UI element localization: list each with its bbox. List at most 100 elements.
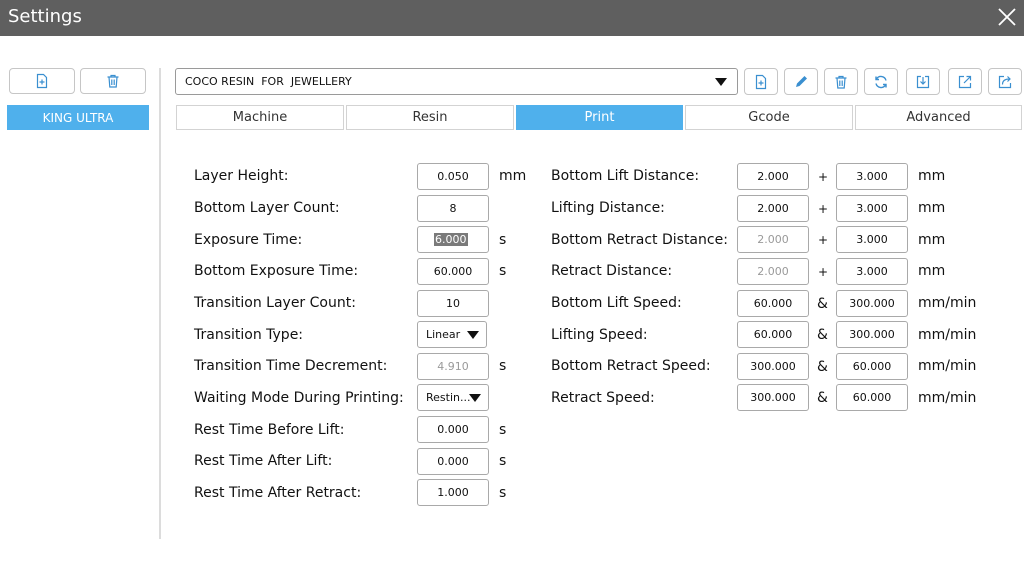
chevron-down-icon	[469, 394, 481, 402]
tab-machine[interactable]: Machine	[176, 105, 344, 130]
bottom-retract-speed-unit: mm/min	[918, 358, 977, 374]
retract-speed-label: Retract Speed:	[551, 390, 655, 406]
bottom-lift-distance-unit: mm	[918, 168, 946, 184]
share-profile-button[interactable]	[988, 68, 1022, 95]
import-icon	[916, 75, 930, 88]
plus-sign: +	[818, 170, 829, 184]
transition-layer-count-label: Transition Layer Count:	[194, 295, 356, 311]
transition-time-decrement-label: Transition Time Decrement:	[194, 358, 388, 374]
retract-distance-input-1[interactable]: 2.000	[737, 258, 809, 285]
bottom-lift-distance-label: Bottom Lift Distance:	[551, 168, 700, 184]
rest-time-after-lift-label: Rest Time After Lift:	[194, 453, 333, 469]
retract-distance-input-2[interactable]: 3.000	[836, 258, 908, 285]
waiting-mode-value: Restin...	[426, 391, 471, 404]
panel-divider	[159, 68, 161, 539]
transition-time-decrement-unit: s	[499, 358, 507, 374]
ampersand-sign: &	[817, 296, 828, 312]
retract-speed-input-1[interactable]: 300.000	[737, 384, 809, 411]
edit-profile-button[interactable]	[784, 68, 818, 95]
bottom-layer-count-label: Bottom Layer Count:	[194, 200, 340, 216]
lifting-speed-input-2[interactable]: 300.000	[836, 321, 908, 348]
tab-advanced[interactable]: Advanced	[855, 105, 1022, 130]
bottom-lift-speed-input-1[interactable]: 60.000	[737, 290, 809, 317]
rest-time-after-lift-unit: s	[499, 453, 507, 469]
ampersand-sign: &	[817, 327, 828, 343]
bottom-lift-distance-input-1[interactable]: 2.000	[737, 163, 809, 190]
refresh-profile-button[interactable]	[864, 68, 898, 95]
waiting-mode-select[interactable]: Restin...	[417, 384, 489, 411]
add-machine-button[interactable]	[9, 68, 75, 94]
export-profile-button[interactable]	[948, 68, 982, 95]
exposure-time-selected-text: 6.000	[434, 233, 468, 246]
plus-sign: +	[818, 265, 829, 279]
retract-distance-label: Retract Distance:	[551, 263, 673, 279]
chevron-down-icon	[715, 78, 727, 86]
share-icon	[998, 75, 1012, 88]
rest-time-before-lift-label: Rest Time Before Lift:	[194, 422, 345, 438]
bottom-retract-distance-input-2[interactable]: 3.000	[836, 226, 908, 253]
delete-machine-button[interactable]	[80, 68, 146, 94]
bottom-lift-speed-unit: mm/min	[918, 295, 977, 311]
lifting-speed-input-1[interactable]: 60.000	[737, 321, 809, 348]
lifting-distance-input-2[interactable]: 3.000	[836, 195, 908, 222]
import-profile-button[interactable]	[906, 68, 940, 95]
rest-time-after-retract-label: Rest Time After Retract:	[194, 485, 362, 501]
delete-profile-button[interactable]	[824, 68, 858, 95]
transition-time-decrement-input[interactable]: 4.910	[417, 353, 489, 380]
exposure-time-label: Exposure Time:	[194, 232, 303, 248]
plus-sign: +	[818, 233, 829, 247]
bottom-exposure-time-input[interactable]: 60.000	[417, 258, 489, 285]
window-title: Settings	[8, 6, 82, 27]
tab-print[interactable]: Print	[516, 105, 683, 130]
bottom-retract-speed-input-1[interactable]: 300.000	[737, 353, 809, 380]
retract-speed-input-2[interactable]: 60.000	[836, 384, 908, 411]
close-icon[interactable]	[996, 6, 1018, 28]
bottom-retract-speed-input-2[interactable]: 60.000	[836, 353, 908, 380]
bottom-lift-distance-input-2[interactable]: 3.000	[836, 163, 908, 190]
layer-height-unit: mm	[499, 168, 527, 184]
pencil-icon	[796, 75, 807, 87]
tab-gcode[interactable]: Gcode	[685, 105, 853, 130]
waiting-mode-label: Waiting Mode During Printing:	[194, 390, 404, 406]
layer-height-label: Layer Height:	[194, 168, 289, 184]
new-profile-button[interactable]	[744, 68, 778, 95]
rest-time-before-lift-unit: s	[499, 422, 507, 438]
rest-time-after-retract-unit: s	[499, 485, 507, 501]
transition-type-label: Transition Type:	[194, 327, 304, 343]
export-icon	[958, 75, 972, 88]
bottom-retract-speed-label: Bottom Retract Speed:	[551, 358, 711, 374]
retract-speed-unit: mm/min	[918, 390, 977, 406]
refresh-icon	[875, 75, 887, 88]
bottom-lift-speed-input-2[interactable]: 300.000	[836, 290, 908, 317]
bottom-retract-distance-input-1[interactable]: 2.000	[737, 226, 809, 253]
transition-type-value: Linear	[426, 328, 461, 341]
exposure-time-input[interactable]: 6.000	[417, 226, 489, 253]
trash-icon	[107, 74, 119, 88]
bottom-retract-distance-label: Bottom Retract Distance:	[551, 232, 728, 248]
profile-selected: COCO RESIN FOR JEWELLERY	[185, 75, 352, 88]
trash-icon	[835, 75, 847, 89]
layer-height-input[interactable]: 0.050	[417, 163, 489, 190]
retract-distance-unit: mm	[918, 263, 946, 279]
transition-layer-count-input[interactable]: 10	[417, 290, 489, 317]
bottom-layer-count-input[interactable]: 8	[417, 195, 489, 222]
rest-time-after-lift-input[interactable]: 0.000	[417, 448, 489, 475]
lifting-distance-label: Lifting Distance:	[551, 200, 665, 216]
profile-dropdown[interactable]: COCO RESIN FOR JEWELLERY	[175, 68, 738, 95]
transition-type-select[interactable]: Linear	[417, 321, 487, 348]
lifting-distance-input-1[interactable]: 2.000	[737, 195, 809, 222]
tab-resin[interactable]: Resin	[346, 105, 514, 130]
machine-item-king-ultra[interactable]: KING ULTRA	[7, 105, 149, 130]
plus-sign: +	[818, 202, 829, 216]
rest-time-before-lift-input[interactable]: 0.000	[417, 416, 489, 443]
bottom-lift-speed-label: Bottom Lift Speed:	[551, 295, 682, 311]
bottom-exposure-time-unit: s	[499, 263, 507, 279]
rest-time-after-retract-input[interactable]: 1.000	[417, 479, 489, 506]
ampersand-sign: &	[817, 390, 828, 406]
add-file-icon	[755, 74, 767, 89]
exposure-time-unit: s	[499, 232, 507, 248]
bottom-retract-distance-unit: mm	[918, 232, 946, 248]
lifting-speed-unit: mm/min	[918, 327, 977, 343]
add-file-icon	[36, 73, 48, 89]
title-bar: Settings	[0, 0, 1024, 36]
